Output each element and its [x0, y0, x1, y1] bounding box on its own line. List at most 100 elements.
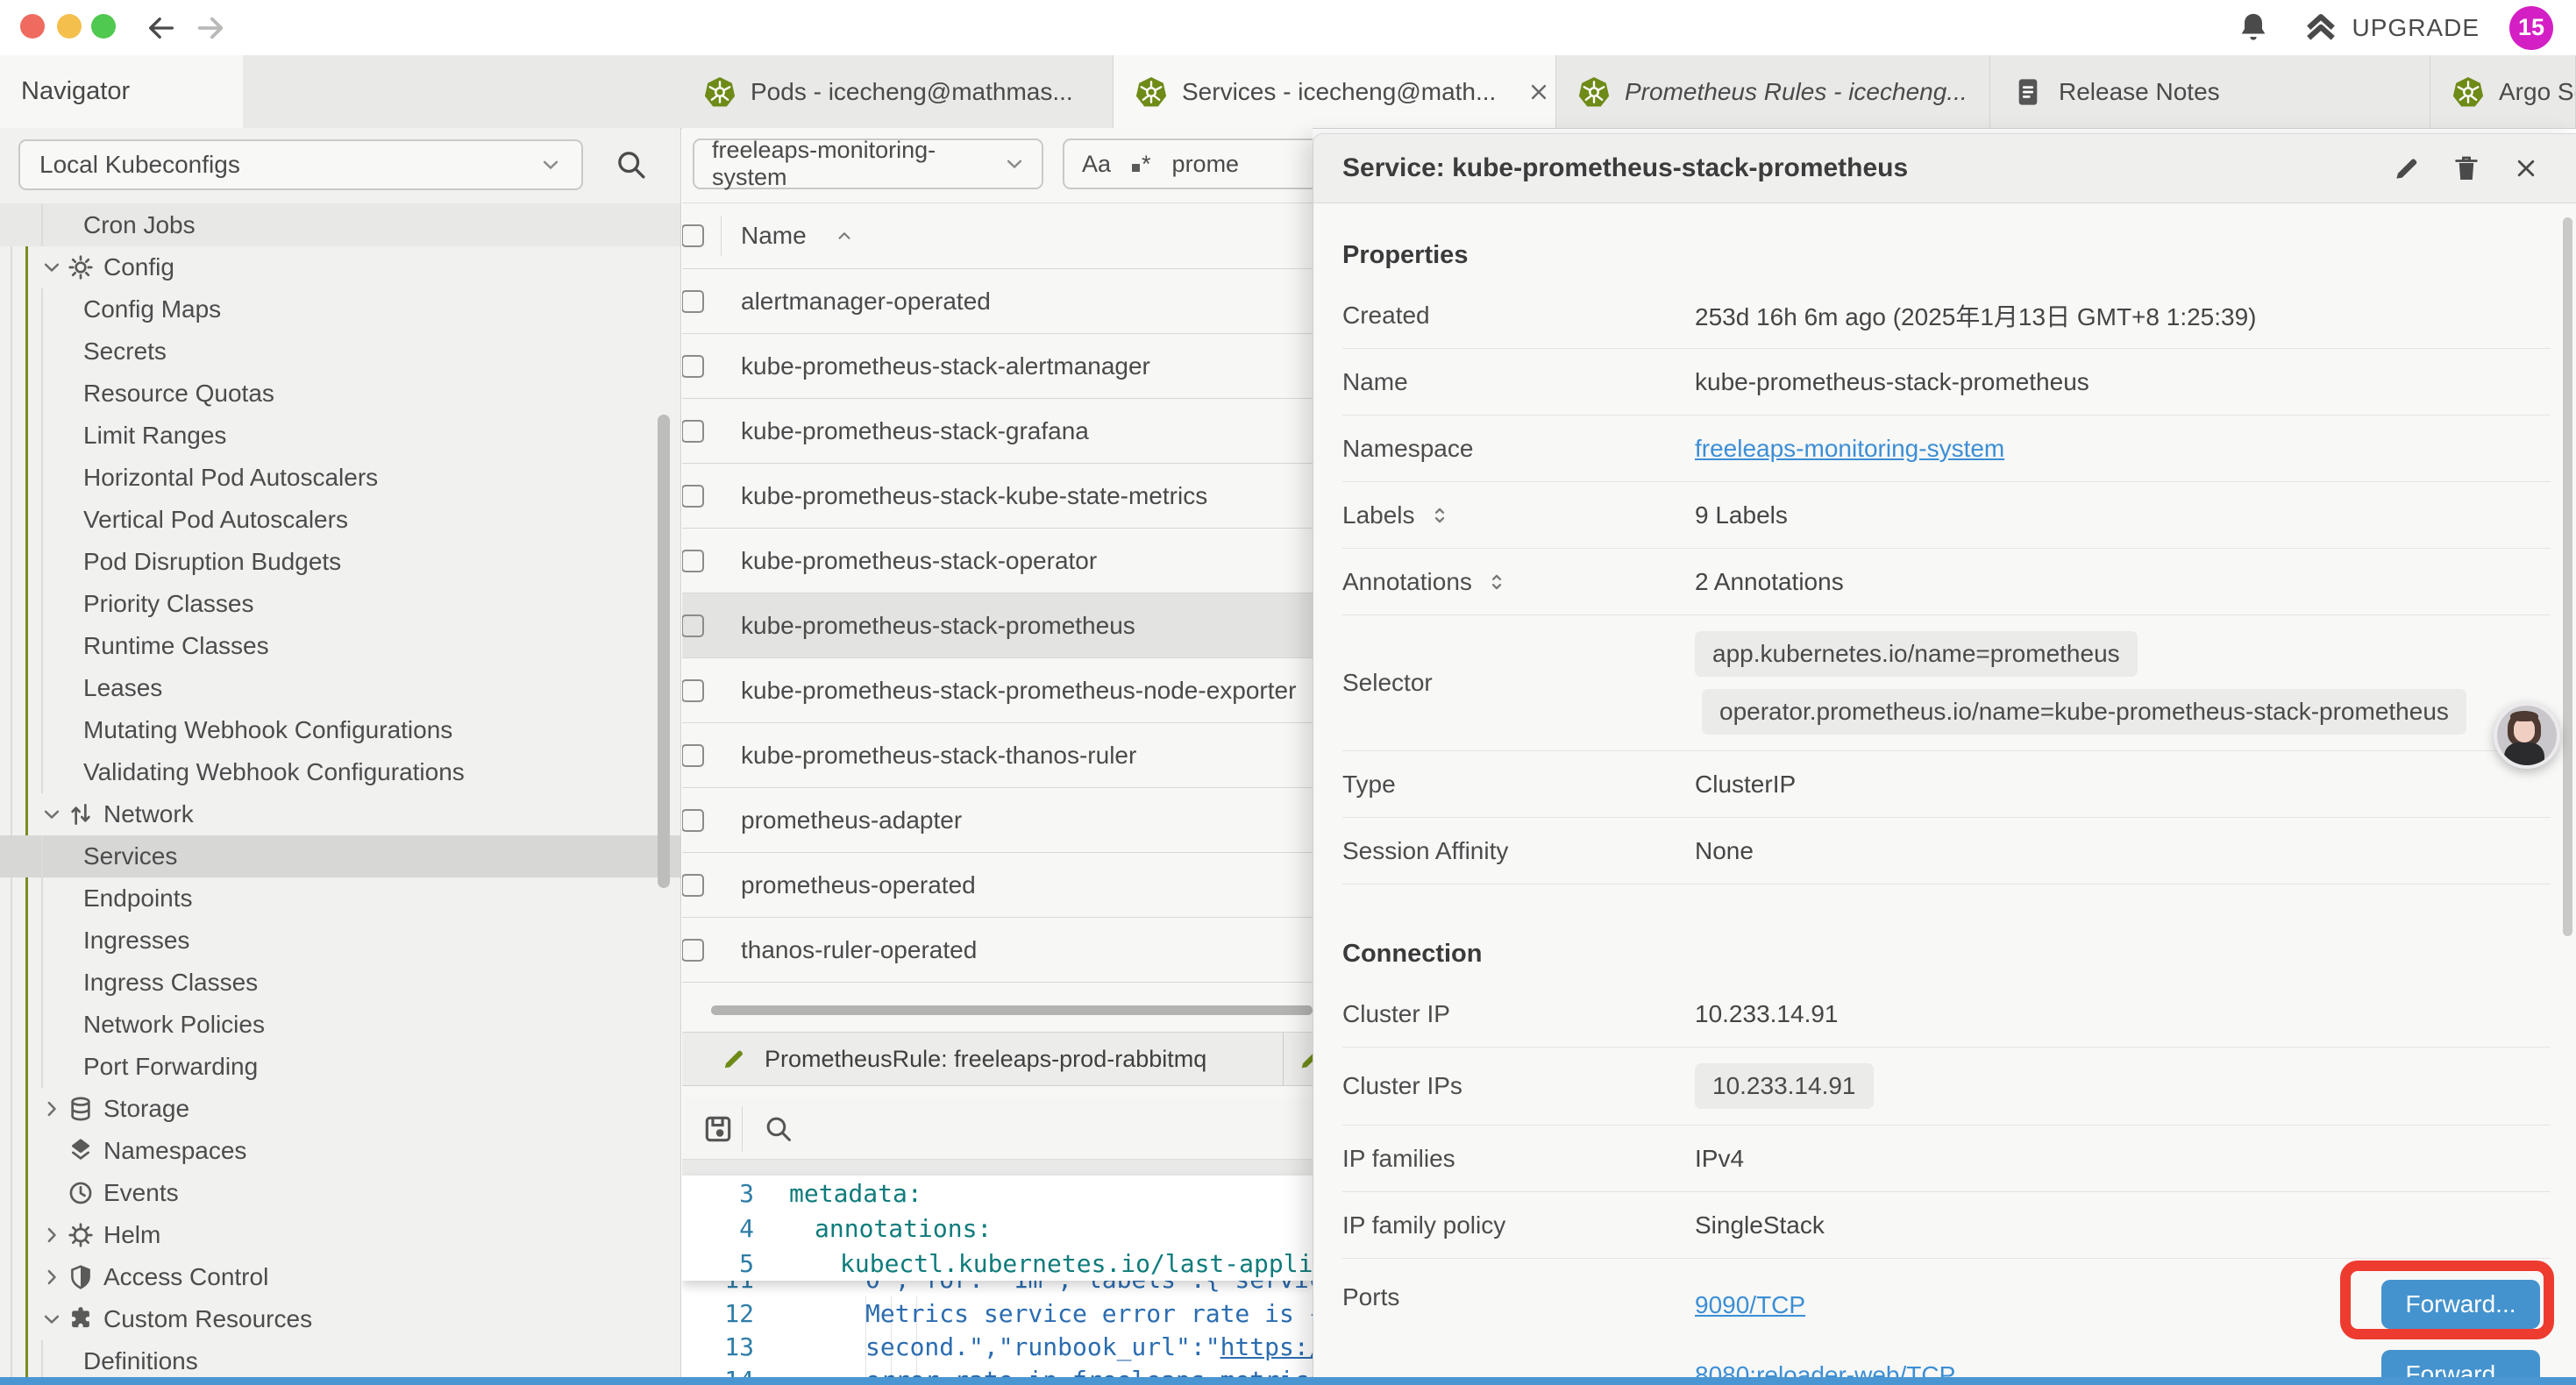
chevron-down-icon[interactable] — [39, 254, 65, 281]
sidebar-item-horizontal-pod-autoscalers[interactable]: Horizontal Pod Autoscalers — [0, 457, 680, 499]
namespace-select[interactable]: freeleaps-monitoring-system — [693, 138, 1043, 189]
editor-tab-partial[interactable] — [1284, 1033, 1313, 1085]
sidebar-item-definitions[interactable]: Definitions — [0, 1340, 680, 1382]
sidebar-item-pod-disruption-budgets[interactable]: Pod Disruption Budgets — [0, 541, 680, 583]
namespace-link[interactable]: freeleaps-monitoring-system — [1695, 435, 2004, 462]
row-checkbox[interactable] — [682, 744, 704, 767]
sidebar-item-storage[interactable]: Storage — [0, 1088, 680, 1130]
sidebar-item-leases[interactable]: Leases — [0, 667, 680, 709]
editor-tab-prometheusrule[interactable]: PrometheusRule: freeleaps-prod-rabbitmq — [693, 1033, 1284, 1085]
close-tab-icon[interactable] — [1526, 79, 1552, 105]
row-checkbox[interactable] — [682, 485, 704, 508]
kubeconfig-select[interactable]: Local Kubeconfigs — [18, 139, 583, 190]
sidebar-item-namespaces[interactable]: Namespaces — [0, 1130, 680, 1172]
detail-row-annotations: Annotations2 Annotations — [1342, 549, 2551, 615]
row-checkbox[interactable] — [682, 679, 704, 702]
sidebar-item-secrets[interactable]: Secrets — [0, 330, 680, 373]
macos-maximize-button[interactable] — [91, 14, 116, 39]
row-checkbox[interactable] — [682, 290, 704, 313]
row-checkbox[interactable] — [682, 355, 704, 378]
sidebar-item-config[interactable]: Config — [0, 246, 680, 288]
row-checkbox[interactable] — [682, 614, 704, 637]
editor-search-icon[interactable] — [763, 1113, 794, 1145]
service-row-alertmanager-operated[interactable]: alertmanager-operated — [682, 269, 1313, 334]
service-row-kube-prometheus-stack-operator[interactable]: kube-prometheus-stack-operator — [682, 529, 1313, 593]
sidebar-item-ingresses[interactable]: Ingresses — [0, 920, 680, 962]
macos-close-button[interactable] — [20, 14, 45, 39]
service-row-thanos-ruler-operated[interactable]: thanos-ruler-operated — [682, 918, 1313, 983]
service-row-prometheus-adapter[interactable]: prometheus-adapter — [682, 788, 1313, 853]
delete-trash-icon[interactable] — [2451, 153, 2481, 183]
notifications-bell-icon[interactable] — [2235, 10, 2272, 46]
sidebar-item-limit-ranges[interactable]: Limit Ranges — [0, 415, 680, 457]
service-row-kube-prometheus-stack-grafana[interactable]: kube-prometheus-stack-grafana — [682, 399, 1313, 464]
sidebar-item-endpoints[interactable]: Endpoints — [0, 877, 680, 920]
sidebar-scrollbar[interactable] — [658, 415, 670, 888]
sidebar-item-services[interactable]: Services — [0, 835, 680, 877]
regex-toggle[interactable]: * — [1132, 151, 1151, 178]
chevron-right-icon[interactable] — [39, 1096, 65, 1122]
back-arrow-icon[interactable] — [143, 11, 178, 46]
panel-scrollbar[interactable] — [2563, 217, 2572, 936]
service-row-prometheus-operated[interactable]: prometheus-operated — [682, 853, 1313, 918]
service-row-kube-prometheus-stack-alertmanager[interactable]: kube-prometheus-stack-alertmanager — [682, 334, 1313, 399]
sidebar-item-mutating-webhook-configurations[interactable]: Mutating Webhook Configurations — [0, 709, 680, 751]
horizontal-scrollbar[interactable] — [711, 1005, 1313, 1015]
sidebar-item-ingress-classes[interactable]: Ingress Classes — [0, 962, 680, 1004]
window-tab-argo[interactable]: Argo Se — [2430, 55, 2576, 128]
close-icon[interactable] — [2511, 153, 2541, 183]
sidebar-item-config-maps[interactable]: Config Maps — [0, 288, 680, 330]
sidebar-item-port-forwarding[interactable]: Port Forwarding — [0, 1046, 680, 1088]
port-link[interactable]: 9090/TCP — [1695, 1291, 1805, 1319]
chevron-right-icon[interactable] — [39, 1264, 65, 1290]
chevron-down-icon[interactable] — [39, 801, 65, 827]
name-column-header[interactable]: Name — [741, 222, 807, 250]
tab-navigator[interactable]: Navigator — [0, 55, 243, 128]
window-tab-pods[interactable]: Pods - icecheng@mathmas... — [682, 55, 1114, 128]
sidebar-item-runtime-classes[interactable]: Runtime Classes — [0, 625, 680, 667]
yaml-editor[interactable]: 3metadata:4annotations:5kubectl.kubernet… — [682, 1175, 1313, 1378]
sidebar-item-custom-resources[interactable]: Custom Resources — [0, 1298, 680, 1340]
sidebar-item-resource-quotas[interactable]: Resource Quotas — [0, 373, 680, 415]
save-icon[interactable] — [701, 1112, 735, 1146]
row-checkbox[interactable] — [682, 939, 704, 962]
service-row-kube-prometheus-stack-prometheus-node-exporter[interactable]: kube-prometheus-stack-prometheus-node-ex… — [682, 658, 1313, 723]
service-row-kube-prometheus-stack-prometheus[interactable]: kube-prometheus-stack-prometheus — [682, 593, 1313, 658]
match-case-toggle[interactable]: Aa — [1082, 151, 1111, 178]
floating-user-avatar[interactable] — [2494, 702, 2560, 769]
user-avatar-badge[interactable]: 15 — [2509, 6, 2553, 50]
service-row-kube-prometheus-stack-thanos-ruler[interactable]: kube-prometheus-stack-thanos-ruler — [682, 723, 1313, 788]
sidebar-item-network-policies[interactable]: Network Policies — [0, 1004, 680, 1046]
window-tab-services[interactable]: Services - icecheng@math... — [1114, 55, 1556, 128]
sidebar-item-events[interactable]: Events — [0, 1172, 680, 1214]
row-checkbox[interactable] — [682, 809, 704, 832]
macos-minimize-button[interactable] — [57, 14, 82, 39]
sidebar-search-icon[interactable] — [614, 147, 649, 182]
row-checkbox[interactable] — [682, 874, 704, 897]
sidebar-item-cron-jobs[interactable]: Cron Jobs — [0, 204, 680, 246]
sidebar-item-access-control[interactable]: Access Control — [0, 1256, 680, 1298]
kubernetes-icon — [1135, 75, 1168, 109]
row-checkbox[interactable] — [682, 550, 704, 572]
sidebar-item-vertical-pod-autoscalers[interactable]: Vertical Pod Autoscalers — [0, 499, 680, 541]
sidebar-item-network[interactable]: Network — [0, 793, 680, 835]
tree-indent-guide — [41, 204, 43, 246]
forward-button[interactable]: Forward... — [2381, 1280, 2540, 1329]
edit-pencil-icon[interactable] — [2392, 153, 2422, 183]
sidebar-item-helm[interactable]: Helm — [0, 1214, 680, 1256]
service-search-input[interactable]: Aa * prome — [1063, 138, 1313, 189]
sort-updown-icon[interactable] — [1484, 570, 1509, 594]
upgrade-button[interactable]: UPGRADE — [2302, 9, 2480, 47]
sort-updown-icon[interactable] — [1427, 503, 1452, 528]
sidebar-item-validating-webhook-configurations[interactable]: Validating Webhook Configurations — [0, 751, 680, 793]
service-row-kube-prometheus-stack-kube-state-metrics[interactable]: kube-prometheus-stack-kube-state-metrics — [682, 464, 1313, 529]
sidebar-item-priority-classes[interactable]: Priority Classes — [0, 583, 680, 625]
sort-ascending-icon[interactable] — [833, 224, 856, 247]
forward-arrow-icon[interactable] — [194, 11, 229, 46]
chevron-right-icon[interactable] — [39, 1222, 65, 1248]
window-tab-prometheus[interactable]: Prometheus Rules - icecheng... — [1556, 55, 1990, 128]
select-all-checkbox[interactable] — [682, 224, 704, 247]
row-checkbox[interactable] — [682, 420, 704, 443]
chevron-down-icon[interactable] — [39, 1306, 65, 1332]
window-tab-release[interactable]: Release Notes — [1990, 55, 2430, 128]
